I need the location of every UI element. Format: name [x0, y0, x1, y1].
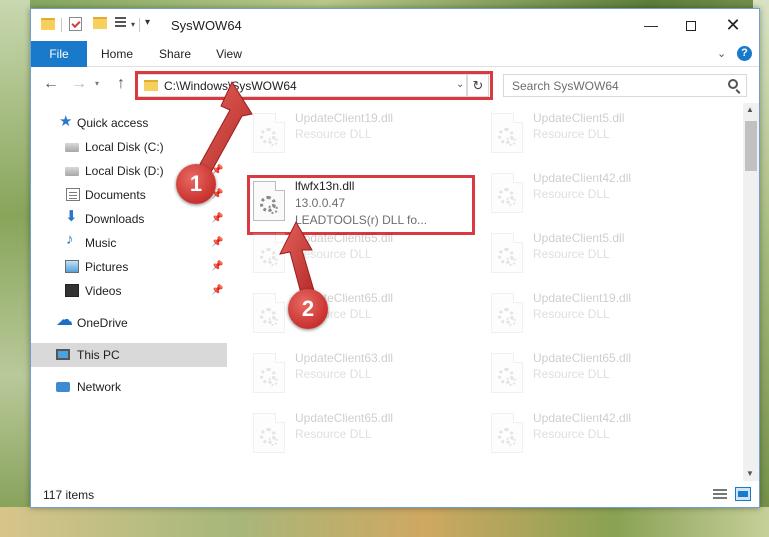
step-badge-1: 1 — [176, 164, 216, 204]
arrow-1 — [198, 80, 253, 173]
step-badge-2: 2 — [288, 289, 328, 329]
annotation-arrows — [198, 80, 316, 298]
arrow-2 — [279, 220, 316, 298]
